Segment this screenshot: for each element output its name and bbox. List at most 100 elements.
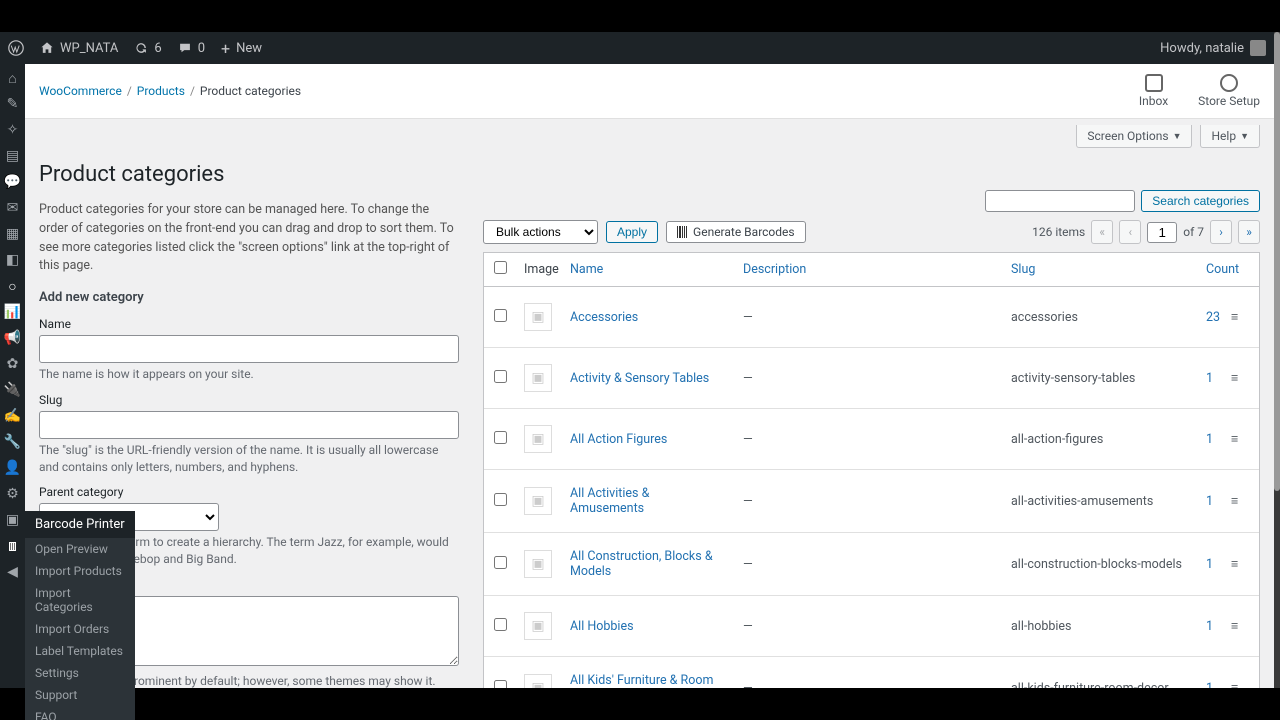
category-name-link[interactable]: Activity & Sensory Tables — [570, 371, 709, 386]
plugins-icon[interactable]: 🔌 — [5, 382, 21, 398]
flyout-title: Barcode Printer — [25, 511, 135, 538]
flyout-item[interactable]: Import Products — [25, 560, 135, 582]
row-checkbox[interactable] — [494, 370, 507, 383]
media-icon[interactable]: ✧ — [5, 122, 21, 138]
barcode-icon — [677, 226, 687, 238]
flyout-item[interactable]: Open Preview — [25, 538, 135, 560]
row-checkbox[interactable] — [494, 618, 507, 631]
help-toggle[interactable]: Help▼ — [1200, 125, 1260, 148]
howdy-link[interactable]: Howdy, natalie — [1160, 40, 1266, 56]
category-count-link[interactable]: 1 — [1206, 494, 1213, 509]
settings-icon[interactable]: ⚙ — [5, 486, 21, 502]
category-count-link[interactable]: 23 — [1206, 310, 1220, 325]
breadcrumb-products[interactable]: Products — [137, 84, 185, 98]
category-count-link[interactable]: 1 — [1206, 432, 1213, 447]
col-name[interactable]: Name — [560, 254, 733, 285]
flyout-item[interactable]: Import Categories — [25, 582, 135, 618]
barcode-icon[interactable]: ||| — [5, 538, 21, 554]
store-setup-button[interactable]: Store Setup — [1198, 74, 1260, 108]
row-checkbox[interactable] — [494, 309, 507, 322]
row-checkbox[interactable] — [494, 493, 507, 506]
generate-barcodes-button[interactable]: Generate Barcodes — [666, 221, 806, 243]
category-name-link[interactable]: Accessories — [570, 310, 638, 325]
last-page-button[interactable]: » — [1238, 220, 1260, 244]
name-input[interactable] — [39, 335, 459, 363]
page-total: of 7 — [1183, 225, 1204, 239]
prev-page-button[interactable]: ‹ — [1119, 220, 1141, 244]
placeholder-thumb-icon: ▣ — [524, 612, 552, 640]
search-input[interactable] — [985, 190, 1135, 212]
select-all-checkbox[interactable] — [494, 261, 507, 274]
tools-icon[interactable]: 🔧 — [5, 434, 21, 450]
slug-help: The "slug" is the URL-friendly version o… — [39, 442, 459, 476]
col-count[interactable]: Count — [1196, 254, 1221, 285]
col-description[interactable]: Description — [733, 254, 1001, 285]
scroll-thumb[interactable] — [1274, 32, 1280, 491]
category-name-link[interactable]: All Action Figures — [570, 432, 667, 447]
wpforms-icon[interactable]: ▣ — [5, 512, 21, 528]
slider-icon[interactable]: ▦ — [5, 226, 21, 242]
appearance-icon[interactable]: ✿ — [5, 356, 21, 372]
forms-icon[interactable]: ✍ — [5, 408, 21, 424]
category-name-link[interactable]: All Activities & Amusements — [570, 486, 649, 516]
first-page-button[interactable]: « — [1091, 220, 1113, 244]
category-description: — — [733, 603, 1001, 650]
drag-handle-icon[interactable]: ≡ — [1221, 603, 1241, 650]
drag-handle-icon[interactable]: ≡ — [1221, 416, 1241, 463]
current-page-input[interactable] — [1147, 222, 1177, 243]
marketing-icon[interactable]: 📢 — [5, 330, 21, 346]
category-slug: all-activities-amusements — [1001, 478, 1196, 525]
category-count-link[interactable]: 1 — [1206, 619, 1213, 634]
slug-label: Slug — [39, 393, 459, 407]
row-checkbox[interactable] — [494, 680, 507, 689]
new-link[interactable]: + New — [221, 39, 262, 58]
drag-handle-icon[interactable]: ≡ — [1221, 478, 1241, 525]
drag-handle-icon[interactable]: ≡ — [1221, 665, 1241, 689]
breadcrumb-woocommerce[interactable]: WooCommerce — [39, 84, 122, 98]
drag-handle-icon[interactable]: ≡ — [1221, 355, 1241, 402]
wpbakery-icon[interactable]: ◧ — [5, 252, 21, 268]
flyout-item[interactable]: Import Orders — [25, 618, 135, 640]
table-row: ▣All Hobbies—all-hobbies1≡ — [484, 596, 1259, 657]
site-link[interactable]: WP_NATA — [40, 41, 118, 56]
inbox-button[interactable]: Inbox — [1139, 74, 1168, 108]
contact-icon[interactable]: ✉ — [5, 200, 21, 216]
screen-options-toggle[interactable]: Screen Options▼ — [1076, 125, 1192, 148]
collapse-icon[interactable]: ◀ — [5, 564, 21, 580]
category-slug: all-construction-blocks-models — [1001, 541, 1196, 588]
dashboard-icon[interactable]: ⌂ — [5, 70, 21, 86]
scrollbar[interactable] — [1274, 32, 1280, 688]
category-count-link[interactable]: 1 — [1206, 557, 1213, 572]
posts-icon[interactable]: ✎ — [5, 96, 21, 112]
category-name-link[interactable]: All Hobbies — [570, 619, 634, 634]
pages-icon[interactable]: ▤ — [5, 148, 21, 164]
category-slug: accessories — [1001, 294, 1196, 341]
wp-logo[interactable] — [8, 40, 24, 56]
flyout-item[interactable]: Support — [25, 684, 135, 706]
drag-handle-icon[interactable]: ≡ — [1221, 541, 1241, 588]
col-slug[interactable]: Slug — [1001, 254, 1196, 285]
analytics-icon[interactable]: 📊 — [5, 304, 21, 320]
table-row: ▣All Construction, Blocks & Models—all-c… — [484, 533, 1259, 596]
flyout-item[interactable]: Settings — [25, 662, 135, 684]
flyout-item[interactable]: Label Templates — [25, 640, 135, 662]
row-checkbox[interactable] — [494, 556, 507, 569]
category-name-link[interactable]: All Kids' Furniture & Room Décor — [570, 673, 713, 688]
row-checkbox[interactable] — [494, 431, 507, 444]
drag-handle-icon[interactable]: ≡ — [1221, 294, 1241, 341]
woocommerce-icon[interactable]: ○ — [5, 278, 21, 294]
comments-link[interactable]: 0 — [178, 41, 205, 56]
category-count-link[interactable]: 1 — [1206, 371, 1213, 386]
slug-input[interactable] — [39, 411, 459, 439]
apply-button[interactable]: Apply — [606, 221, 658, 243]
flyout-item[interactable]: FAQ — [25, 706, 135, 720]
category-count-link[interactable]: 1 — [1206, 681, 1213, 689]
users-icon[interactable]: 👤 — [5, 460, 21, 476]
updates-link[interactable]: 6 — [134, 41, 161, 56]
comments-icon[interactable]: 💬 — [5, 174, 21, 190]
next-page-button[interactable]: › — [1210, 220, 1232, 244]
category-name-link[interactable]: All Construction, Blocks & Models — [570, 549, 713, 579]
intro-text: Product categories for your store can be… — [39, 201, 459, 276]
search-button[interactable]: Search categories — [1141, 190, 1260, 212]
bulk-actions-select[interactable]: Bulk actions — [483, 220, 598, 244]
